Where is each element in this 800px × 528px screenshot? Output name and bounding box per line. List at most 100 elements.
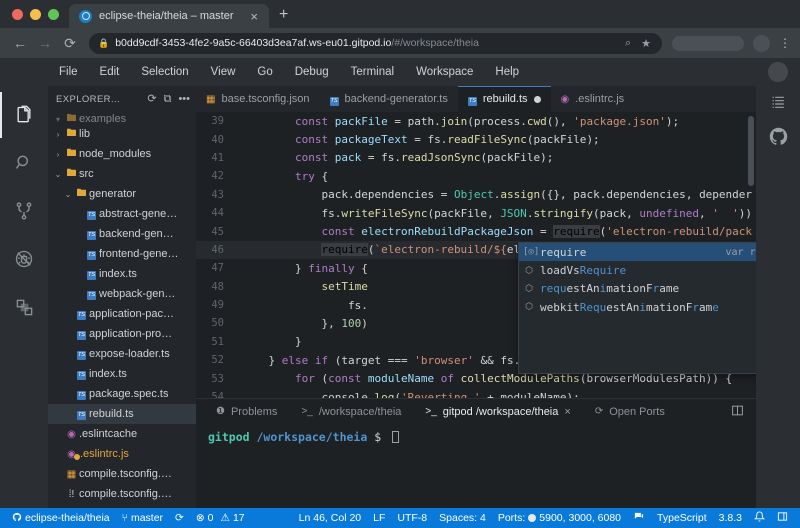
autocomplete-item[interactable]: ⬡ requestAnimationFrame: [519, 280, 756, 298]
dirty-indicator[interactable]: [534, 96, 541, 103]
status-sync[interactable]: ⟳: [169, 512, 190, 524]
extension-placeholder[interactable]: [672, 36, 744, 51]
status-remote[interactable]: eclipse-theia/theia: [6, 512, 116, 525]
address-bar[interactable]: 🔒 b0dd9cdf-3453-4fe2-9a5c-66403d3ea7af.w…: [89, 33, 662, 54]
status-feedback[interactable]: [627, 511, 651, 525]
status-eol[interactable]: LF: [367, 512, 391, 524]
tree-item[interactable]: ›TSfrontend-gene…: [48, 244, 196, 264]
autocomplete-item[interactable]: [◎] require var require: NodeRequire ⓘ: [519, 243, 756, 261]
autocomplete-popup[interactable]: [◎] require var require: NodeRequire ⓘ ⬡…: [518, 242, 756, 374]
chevron-icon[interactable]: ⌄: [52, 170, 64, 179]
status-branch[interactable]: ⑂ master: [116, 512, 169, 524]
tree-item[interactable]: ›TSexpose-loader.ts: [48, 344, 196, 364]
github-icon[interactable]: [768, 126, 789, 147]
tree-item[interactable]: ⌄🖿generator: [48, 184, 196, 204]
panel-tab-terminal-2[interactable]: >_ gitpod /workspace/theia ×: [413, 406, 582, 418]
close-icon[interactable]: ×: [247, 10, 261, 23]
menu-view[interactable]: View: [200, 66, 247, 78]
user-avatar[interactable]: [768, 62, 788, 82]
tree-item[interactable]: ›TSabstract-gene…: [48, 204, 196, 224]
tree-item[interactable]: ›▦compile.tsconfig.…: [48, 464, 196, 484]
browser-tab[interactable]: eclipse-theia/theia – master ×: [69, 4, 269, 28]
status-errors[interactable]: ⊗ 0 ⚠ 17: [190, 512, 251, 524]
chevron-icon[interactable]: ›: [52, 150, 64, 159]
code-line[interactable]: 39 const packFile = path.join(process.cw…: [196, 112, 756, 130]
editor-tab[interactable]: TSrebuild.ts: [458, 86, 551, 112]
code-line[interactable]: 45 const electronRebuildPackageJson = re…: [196, 222, 756, 240]
menu-selection[interactable]: Selection: [130, 66, 199, 78]
browser-menu-icon[interactable]: ⋮: [779, 39, 791, 47]
menu-terminal[interactable]: Terminal: [340, 66, 405, 78]
tree-item[interactable]: ›TSapplication-pro…: [48, 324, 196, 344]
status-indentation[interactable]: Spaces: 4: [433, 512, 492, 524]
panel-tab-terminal-1[interactable]: >_ /workspace/theia: [289, 406, 413, 418]
tree-item[interactable]: ›◉.eslintrc.js: [48, 444, 196, 464]
status-language[interactable]: TypeScript: [651, 512, 713, 524]
activity-search[interactable]: [0, 140, 48, 186]
tree-item[interactable]: ›⁞!compile.tsconfig.…: [48, 484, 196, 504]
tree-item[interactable]: ›TSindex.ts: [48, 264, 196, 284]
reload-icon[interactable]: ⟳: [59, 32, 81, 54]
activity-extensions[interactable]: [0, 284, 48, 330]
chevron-icon[interactable]: ⌄: [62, 190, 74, 199]
tree-item[interactable]: ›TSrebuild.ts: [48, 404, 196, 424]
editor-scrollbar[interactable]: [748, 116, 754, 186]
refresh-icon[interactable]: ⟳: [147, 94, 156, 105]
code-line[interactable]: 44 fs.writeFileSync(packFile, JSON.strin…: [196, 204, 756, 222]
code-line[interactable]: 54 console.log('Reverting ' + moduleName…: [196, 388, 756, 398]
bookmark-icon[interactable]: ★: [639, 37, 653, 50]
tree-item[interactable]: ›TSwebpack-gen…: [48, 284, 196, 304]
more-icon[interactable]: •••: [178, 94, 190, 105]
collapse-icon[interactable]: ⧉: [164, 94, 172, 105]
editor-tab[interactable]: ▦base.tsconfig.json: [196, 86, 320, 112]
close-icon[interactable]: ×: [564, 406, 570, 418]
code-line[interactable]: 43 pack.dependencies = Object.assign({},…: [196, 186, 756, 204]
tree-item[interactable]: ›TSpackage.spec.ts: [48, 384, 196, 404]
terminal-output[interactable]: gitpod /workspace/theia $: [196, 424, 756, 508]
status-ports[interactable]: Ports: 5900, 3000, 6080: [492, 512, 627, 524]
split-icon[interactable]: [731, 404, 748, 420]
tree-item[interactable]: ›🖿node_modules: [48, 144, 196, 164]
zoom-icon[interactable]: ⌕: [623, 37, 633, 50]
menu-workspace[interactable]: Workspace: [405, 66, 484, 78]
close-window-button[interactable]: [12, 9, 23, 20]
panel-tab-open-ports[interactable]: ⟳ Open Ports: [583, 406, 677, 418]
tree-item[interactable]: ⌄🖿src: [48, 164, 196, 184]
new-tab-button[interactable]: +: [269, 7, 298, 28]
menu-help[interactable]: Help: [484, 66, 530, 78]
panel-tab-problems[interactable]: ❶ Problems: [204, 406, 289, 418]
profile-avatar[interactable]: [753, 35, 770, 52]
file-tree[interactable]: ▾🖿examples›🖿lib›🖿node_modules⌄🖿src⌄🖿gene…: [48, 112, 196, 508]
tree-item[interactable]: ›TSindex.ts: [48, 364, 196, 384]
tree-item[interactable]: ›TSapplication-pac…: [48, 304, 196, 324]
maximize-window-button[interactable]: [48, 9, 59, 20]
status-encoding[interactable]: UTF-8: [391, 512, 433, 524]
status-notifications[interactable]: [748, 511, 771, 525]
chevron-icon[interactable]: ▾: [52, 115, 64, 124]
tree-item[interactable]: ›▣package.json: [48, 504, 196, 508]
tree-item[interactable]: ›🖿lib: [48, 124, 196, 144]
chevron-icon[interactable]: ›: [52, 130, 64, 139]
back-icon[interactable]: ←: [9, 32, 31, 54]
autocomplete-item[interactable]: ⬡ webkitRequestAnimationFrame: [519, 298, 756, 316]
tree-item[interactable]: ▾🖿examples: [48, 114, 196, 124]
forward-icon[interactable]: →: [34, 32, 56, 54]
activity-debug[interactable]: [0, 236, 48, 282]
status-language-version[interactable]: 3.8.3: [713, 512, 748, 524]
code-line[interactable]: 41 const pack = fs.readJsonSync(packFile…: [196, 149, 756, 167]
tree-item[interactable]: ›TSbackend-gen…: [48, 224, 196, 244]
status-cursor-position[interactable]: Ln 46, Col 20: [293, 512, 367, 524]
outline-icon[interactable]: [770, 94, 787, 110]
status-layout[interactable]: [771, 511, 794, 525]
menu-go[interactable]: Go: [246, 66, 283, 78]
minimize-window-button[interactable]: [30, 9, 41, 20]
editor-tab[interactable]: ◉.eslintrc.js: [551, 86, 635, 112]
tree-item[interactable]: ›◉.eslintcache: [48, 424, 196, 444]
code-line[interactable]: 40 const packageText = fs.readFileSync(p…: [196, 130, 756, 148]
menu-file[interactable]: File: [48, 66, 89, 78]
menu-edit[interactable]: Edit: [89, 66, 131, 78]
activity-source-control[interactable]: [0, 188, 48, 234]
autocomplete-item[interactable]: ⬡ loadVsRequire: [519, 261, 756, 279]
code-line[interactable]: 42 try {: [196, 167, 756, 185]
editor-tab[interactable]: TSbackend-generator.ts: [320, 86, 458, 112]
